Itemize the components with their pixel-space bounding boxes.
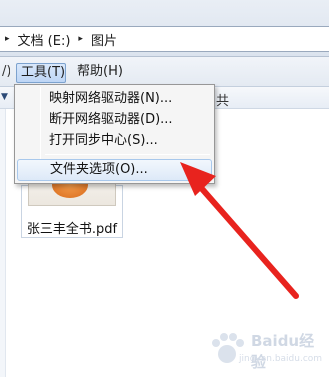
organize-dropdown-icon[interactable]: ▼	[1, 92, 8, 102]
menu-help[interactable]: 帮助(H)	[73, 63, 127, 83]
menu-item-disconnect-network-drive[interactable]: 断开网络驱动器(D)...	[17, 109, 212, 131]
toolbar-share-fragment[interactable]: 共	[216, 90, 229, 109]
menu-view-fragment[interactable]: /)	[0, 63, 10, 83]
file-name-label: 张三丰全书.pdf	[26, 222, 118, 237]
breadcrumb-separator-icon[interactable]: ▸	[5, 34, 10, 44]
navigation-pane-edge	[0, 109, 6, 377]
tools-menu: 映射网络驱动器(N)... 断开网络驱动器(D)... 打开同步中心(S)...…	[14, 84, 215, 184]
breadcrumb-item-drive-e[interactable]: 文档 (E:)	[18, 30, 71, 49]
menu-item-map-network-drive[interactable]: 映射网络驱动器(N)...	[17, 88, 212, 110]
menu-bar: /) 工具(T) 帮助(H)	[0, 57, 329, 87]
breadcrumb-separator-icon[interactable]: ▸	[78, 34, 83, 44]
thumbnail-image	[52, 182, 88, 198]
explorer-window: ▸ 文档 (E:) ▸ 图片 /) 工具(T) 帮助(H) ▼ 共 张三丰全书.…	[0, 0, 329, 377]
address-bar: ▸ 文档 (E:) ▸ 图片	[0, 0, 329, 57]
breadcrumb-item-pictures[interactable]: 图片	[91, 30, 117, 49]
menu-item-open-sync-center[interactable]: 打开同步中心(S)...	[17, 130, 212, 152]
breadcrumb[interactable]: ▸ 文档 (E:) ▸ 图片	[0, 26, 329, 52]
watermark-text: Baidu经验	[251, 332, 315, 371]
menu-tools[interactable]: 工具(T)	[16, 63, 66, 83]
menu-separator	[45, 154, 210, 155]
file-thumbnail	[28, 182, 116, 206]
file-item[interactable]: 张三丰全书.pdf	[21, 182, 123, 238]
baidu-watermark: Baidu经验 jingyan.baidu.com	[207, 324, 327, 374]
menu-item-folder-options[interactable]: 文件夹选项(O)...	[17, 159, 212, 181]
watermark-url: jingyan.baidu.com	[239, 354, 323, 364]
